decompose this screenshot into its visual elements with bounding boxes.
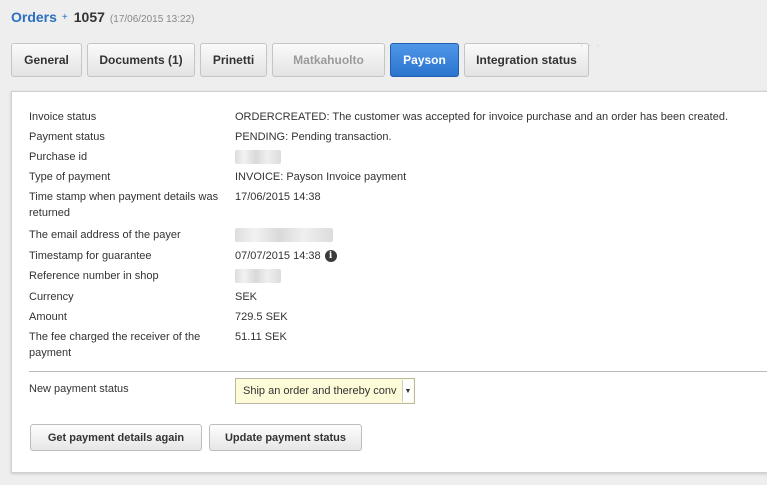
payment-status-label: Payment status [29,131,105,143]
tab-bar: General Documents (1) Prinetti Matkahuol… [11,43,594,77]
get-payment-details-button[interactable]: Get payment details again [30,424,202,451]
currency-value: SEK [235,291,258,303]
payer-email-value [235,227,333,243]
type-of-payment-value: INVOICE: Payson Invoice payment [235,171,407,183]
new-payment-status-select[interactable]: Ship an order and thereby conv ▼ [235,378,415,404]
type-of-payment-label: Type of payment [29,171,111,183]
order-date: (17/06/2015 13:22) [109,14,195,25]
tab-matkahuolto[interactable]: Matkahuolto [272,43,385,77]
info-icon[interactable]: i [324,250,337,263]
payment-status-value: PENDING: Pending transaction. [235,131,392,143]
tab-payson[interactable]: Payson [390,43,459,77]
breadcrumb-separator: + [61,12,68,23]
update-payment-status-button[interactable]: Update payment status [209,424,362,451]
order-number: 1057 [73,9,105,25]
new-payment-status-selected: Ship an order and thereby conv [243,385,397,397]
timestamp-guarantee-label: Timestamp for guarantee [29,250,152,262]
reference-number-value [235,268,281,284]
purchase-id-value [235,149,281,165]
timestamp-returned-value: 17/06/2015 14:38 [235,191,321,203]
tab-documents[interactable]: Documents (1) [87,43,195,77]
fee-label: The fee charged the receiver of the paym… [29,331,201,359]
new-payment-status-label: New payment status [29,383,129,395]
currency-label: Currency [29,291,74,303]
redacted-value [235,150,281,165]
timestamp-guarantee-cell: 07/07/2015 14:38 i [235,248,337,264]
purchase-id-label: Purchase id [29,151,88,163]
timestamp-guarantee-value: 07/07/2015 14:38 [235,250,321,262]
amount-label: Amount [29,311,67,323]
tab-prinetti[interactable]: Prinetti [200,43,267,77]
tab-integration-status[interactable]: Integration status [464,43,589,77]
chevron-down-icon[interactable]: ▼ [402,380,413,402]
amount-value: 729.5 SEK [235,311,288,323]
breadcrumb: Orders + 1057 (17/06/2015 13:22) [11,9,194,27]
reference-number-label: Reference number in shop [29,270,159,282]
payer-email-label: The email address of the payer [29,229,181,241]
redacted-value [235,269,281,284]
tab-general[interactable]: General [11,43,82,77]
invoice-status-label: Invoice status [29,111,97,123]
timestamp-returned-label: Time stamp when payment details was retu… [29,191,219,219]
tab-overflow-dots: · · · [580,40,601,51]
redacted-value [235,228,333,243]
payson-panel: Invoice status ORDERCREATED: The custome… [11,91,767,473]
fee-value: 51.11 SEK [235,331,287,343]
section-divider [29,371,767,372]
orders-link[interactable]: Orders [11,9,57,25]
invoice-status-value: ORDERCREATED: The customer was accepted … [235,111,729,123]
